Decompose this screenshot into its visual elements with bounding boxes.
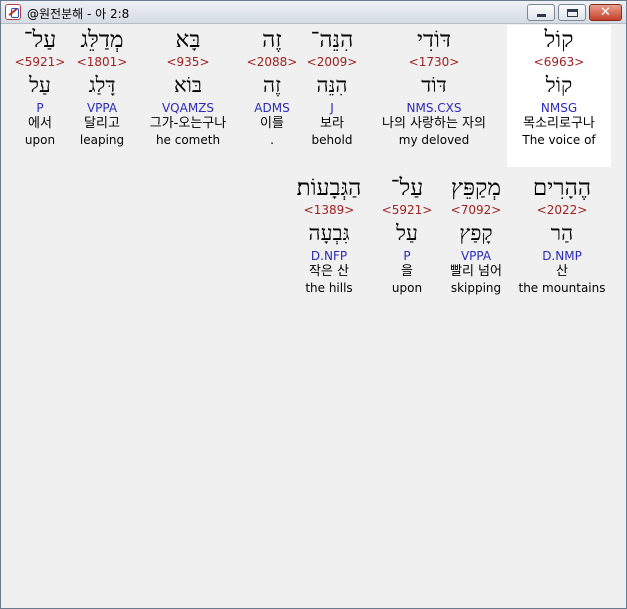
parsing-code[interactable]: NMS.CXS (367, 101, 501, 115)
hebrew-word: הִנֵּה־ (310, 27, 354, 53)
strong-number[interactable]: <2009> (303, 55, 361, 69)
english-gloss: upon (24, 133, 56, 147)
parsing-code[interactable]: D.NFP (285, 249, 373, 263)
english-gloss: leaping (79, 133, 125, 147)
word-column-4[interactable]: זֶה <2088> זֶה ADMS 이를 . (245, 25, 299, 167)
strong-number[interactable]: <7092> (441, 203, 511, 217)
strong-number[interactable]: <2088> (245, 55, 299, 69)
korean-gloss: 을 (401, 264, 413, 279)
word-column-10[interactable]: עַל־ <5921> עַל P 을 upon (379, 173, 435, 315)
title-bar[interactable]: @원전분해 - 아 2:8 ✕ (1, 1, 626, 24)
parsing-code[interactable]: ADMS (245, 101, 299, 115)
korean-gloss: 보라 (320, 116, 344, 131)
strong-number[interactable]: <2022> (517, 203, 607, 217)
strong-number[interactable]: <5921> (13, 55, 67, 69)
close-button[interactable]: ✕ (589, 4, 622, 21)
close-icon: ✕ (600, 5, 611, 20)
korean-gloss: 산 (556, 264, 568, 279)
hebrew-word: בָּא (175, 27, 201, 53)
minimize-icon (537, 14, 546, 17)
parsing-code[interactable]: D.NMP (517, 249, 607, 263)
strong-number[interactable]: <6963> (507, 55, 611, 69)
strong-number[interactable]: <5921> (379, 203, 435, 217)
hebrew-word: עַל־ (23, 27, 57, 53)
root-word: קָפַץ (459, 221, 493, 245)
korean-gloss: 달리고 (84, 116, 120, 131)
hebrew-word: זֶה (262, 27, 282, 53)
root-word: עַל (29, 73, 51, 97)
parsing-code[interactable]: P (379, 249, 435, 263)
maximize-icon (567, 9, 578, 17)
word-column-1[interactable]: קוֹל <6963> קוֹל NMSG 목소리로구나 The voice o… (507, 25, 611, 167)
english-gloss: he cometh (155, 133, 221, 147)
english-gloss: my deloved (398, 133, 470, 147)
korean-gloss: 에서 (28, 116, 52, 131)
root-word: הַר (550, 221, 574, 245)
korean-gloss: 나의 사랑하는 자의 (382, 116, 486, 131)
root-word: הִנֵּה (316, 73, 348, 97)
english-gloss: behold (311, 133, 353, 147)
word-column-11[interactable]: הַגְּבָעוֹת׃ <1389> גִּבְעָה D.NFP 작은 산 … (285, 173, 373, 315)
minimize-button[interactable] (527, 4, 555, 21)
app-window: @원전분해 - 아 2:8 ✕ קוֹל <6963> קוֹל NMSG 목소… (0, 0, 627, 609)
korean-gloss: 그가-오는구나 (149, 116, 227, 131)
hebrew-word: דּוֹדִי (416, 27, 452, 53)
strong-number[interactable]: <1730> (367, 55, 501, 69)
english-gloss: . (270, 133, 274, 147)
word-column-2[interactable]: דּוֹדִי <1730> דּוֹד NMS.CXS 나의 사랑하는 자의 … (367, 25, 501, 167)
parsing-code[interactable]: NMSG (507, 101, 611, 115)
parsing-code[interactable]: VPPA (441, 249, 511, 263)
hebrew-word: מְדַלֵּג (80, 27, 124, 53)
korean-gloss: 목소리로구나 (523, 116, 595, 131)
app-icon[interactable] (5, 4, 21, 20)
root-word: גִּבְעָה (308, 221, 350, 245)
korean-gloss: 빨리 넘어 (450, 264, 502, 279)
parsing-code[interactable]: P (13, 101, 67, 115)
maximize-button[interactable] (558, 4, 586, 21)
parsing-code[interactable]: VQAMZS (137, 101, 239, 115)
root-word: זֶה (263, 73, 281, 97)
word-column-7[interactable]: עַל־ <5921> עַל P 에서 upon (13, 25, 67, 167)
korean-gloss: 이를 (260, 116, 284, 131)
hebrew-word: קוֹל (544, 27, 574, 53)
root-word: עַל (396, 221, 418, 245)
word-column-9[interactable]: מְקַפֵּץ <7092> קָפַץ VPPA 빨리 넘어 skippin… (441, 173, 511, 315)
root-word: קוֹל (545, 73, 573, 97)
hebrew-word: הֶהָרִים (532, 175, 592, 201)
word-column-6[interactable]: מְדַלֵּג <1801> דָּלַג VPPA 달리고 leaping (73, 25, 131, 167)
english-gloss: The voice of (522, 133, 596, 147)
word-column-5[interactable]: בָּא <935> בּוֹא VQAMZS 그가-오는구나 he comet… (137, 25, 239, 167)
strong-number[interactable]: <1389> (285, 203, 373, 217)
hebrew-word: עַל־ (390, 175, 424, 201)
parsing-code[interactable]: J (303, 101, 361, 115)
interlinear-view: קוֹל <6963> קוֹל NMSG 목소리로구나 The voice o… (1, 25, 626, 609)
hebrew-word: הַגְּבָעוֹת׃ (296, 175, 362, 201)
english-gloss: skipping (450, 281, 502, 295)
root-word: דָּלַג (88, 73, 116, 97)
strong-number[interactable]: <1801> (73, 55, 131, 69)
hebrew-word: מְקַפֵּץ (451, 175, 501, 201)
root-word: בּוֹא (173, 73, 203, 97)
korean-gloss: 작은 산 (308, 264, 349, 279)
strong-number[interactable]: <935> (137, 55, 239, 69)
window-title: @원전분해 - 아 2:8 (27, 7, 130, 21)
parsing-code[interactable]: VPPA (73, 101, 131, 115)
word-column-8[interactable]: הֶהָרִים <2022> הַר D.NMP 산 the mountain… (517, 173, 607, 315)
english-gloss: the mountains (518, 281, 606, 295)
root-word: דּוֹד (421, 73, 447, 97)
word-column-3[interactable]: הִנֵּה־ <2009> הִנֵּה J 보라 behold (303, 25, 361, 167)
english-gloss: upon (391, 281, 423, 295)
english-gloss: the hills (305, 281, 353, 295)
